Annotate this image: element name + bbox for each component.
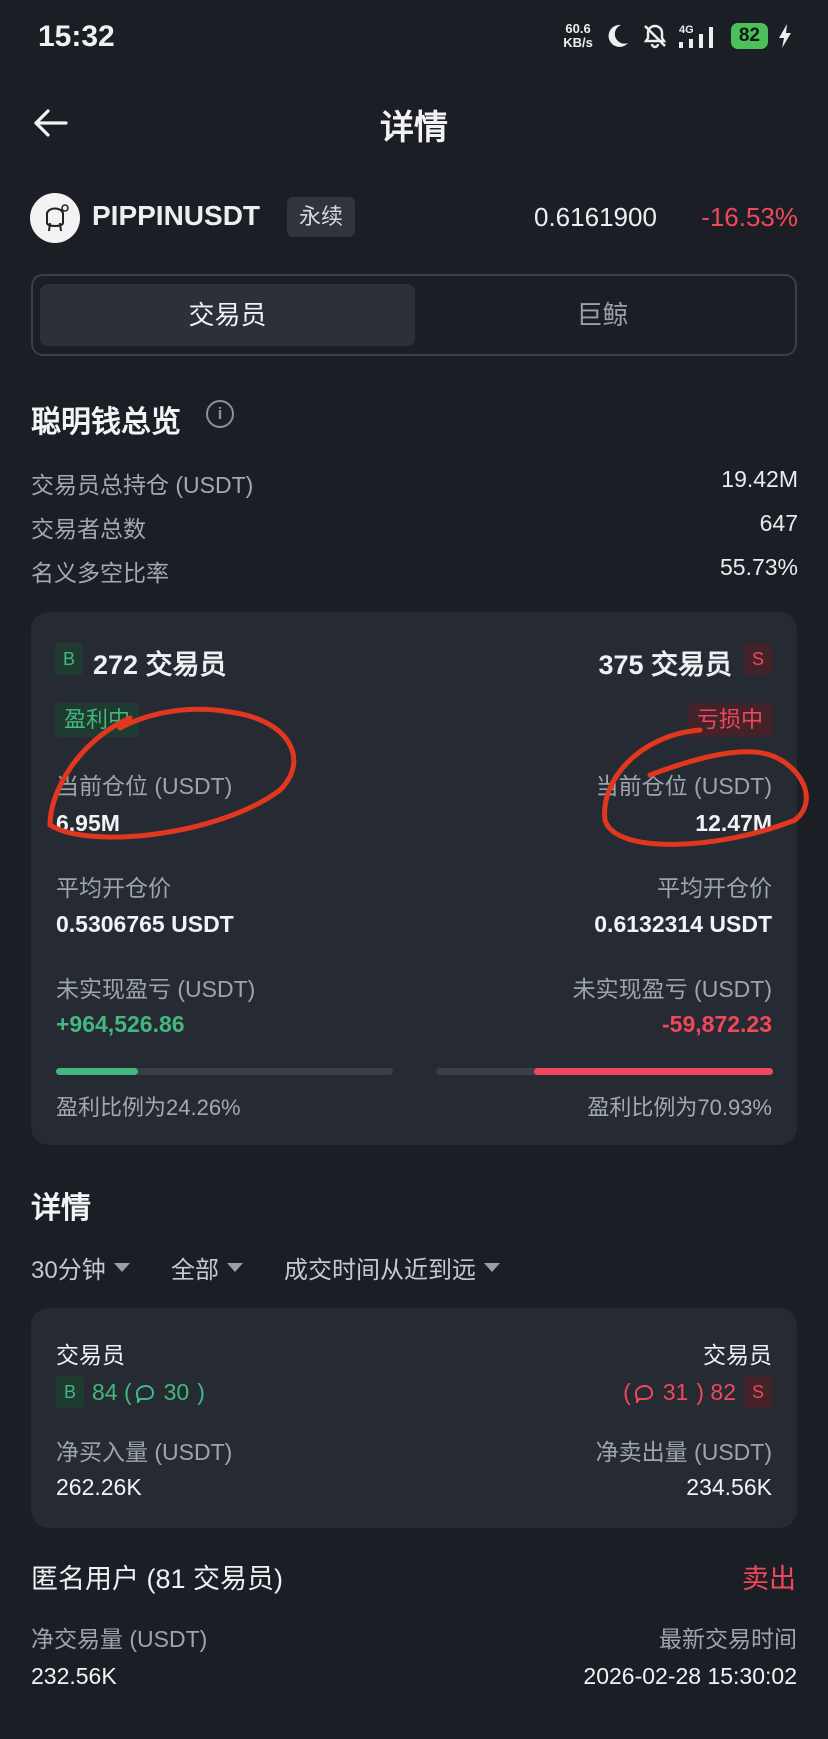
- net-speed-unit: KB/s: [563, 35, 593, 50]
- details-title: 详情: [31, 1192, 91, 1225]
- long-short-ratio-label: 名义多空比率: [31, 560, 169, 586]
- whale-icon: [135, 1384, 154, 1403]
- latest-trade-time-label: 最新交易时间: [659, 1626, 797, 1652]
- side-filter-label: 全部: [171, 1257, 219, 1284]
- battery-indicator: 82: [730, 23, 768, 49]
- tab-traders[interactable]: 交易员: [40, 284, 415, 346]
- status-time: 15:32: [38, 20, 115, 53]
- short-avg-price-value: 0.6132314 USDT: [594, 911, 772, 937]
- short-pnl-value: -59,872.23: [662, 1011, 772, 1037]
- buy-trader-counts: B 84 ( 30 ): [56, 1376, 205, 1408]
- long-pnl-value: +964,526.86: [56, 1011, 185, 1037]
- loss-status-tag: 亏损中: [687, 703, 772, 737]
- buy-badge: B: [56, 1376, 84, 1408]
- back-arrow-icon[interactable]: [30, 100, 76, 146]
- short-position-value: 12.47M: [695, 810, 772, 836]
- chevron-down-icon: [227, 1263, 243, 1272]
- signal-icon: 4G: [678, 24, 713, 48]
- bell-off-icon: [643, 24, 667, 49]
- svg-text:4G: 4G: [679, 24, 694, 36]
- coin-logo: [30, 193, 80, 243]
- buy-count: 84 (: [92, 1378, 132, 1405]
- side-filter[interactable]: 全部: [171, 1250, 243, 1285]
- net-sell-label: 净卖出量 (USDT): [595, 1439, 772, 1465]
- buy-count-close: ): [197, 1378, 205, 1405]
- short-pnl-label: 未实现盈亏 (USDT): [572, 976, 772, 1002]
- sell-action[interactable]: 卖出: [742, 1557, 796, 1596]
- net-buy-label: 净买入量 (USDT): [56, 1439, 233, 1465]
- long-profit-bar: [56, 1068, 393, 1075]
- chevron-down-icon: [484, 1263, 500, 1272]
- pippin-logo-icon: [31, 194, 79, 242]
- price-change: -16.53%: [701, 202, 798, 232]
- short-profit-ratio: 盈利比例为70.93%: [587, 1095, 772, 1120]
- info-icon[interactable]: i: [206, 400, 234, 428]
- buy-whale-count: 30: [163, 1378, 190, 1405]
- long-profit-bar-fill: [56, 1068, 138, 1075]
- total-position-value: 19.42M: [721, 466, 798, 492]
- long-pnl-label: 未实现盈亏 (USDT): [56, 976, 256, 1002]
- long-avg-price-label: 平均开仓价: [56, 875, 171, 901]
- short-position-label: 当前仓位 (USDT): [595, 773, 772, 799]
- net-volume-value: 232.56K: [31, 1663, 117, 1689]
- status-icons: 60.6 KB/s 4G 82: [563, 22, 792, 50]
- long-profit-ratio: 盈利比例为24.26%: [56, 1095, 241, 1120]
- sell-badge: S: [744, 643, 772, 675]
- trader-count-label: 交易者总数: [31, 516, 146, 542]
- sell-badge: S: [744, 1376, 772, 1408]
- tab-whales[interactable]: 巨鲸: [415, 284, 790, 346]
- symbol-name: PIPPINUSDT: [92, 200, 261, 231]
- net-sell-value: 234.56K: [686, 1474, 772, 1500]
- moon-icon: [608, 24, 628, 47]
- perpetual-tag: 永续: [287, 197, 356, 237]
- net-speed-value: 60.6: [565, 21, 591, 36]
- sell-traders-title: 交易员: [703, 1342, 772, 1368]
- whale-icon: [634, 1384, 653, 1403]
- long-short-ratio-value: 55.73%: [719, 554, 798, 580]
- total-position-label: 交易员总持仓 (USDT): [31, 472, 254, 498]
- sell-count-open: (: [623, 1378, 631, 1405]
- buy-badge: B: [55, 643, 83, 675]
- long-trader-count: 272 交易员: [93, 650, 227, 680]
- sell-whale-count: 31: [662, 1378, 689, 1405]
- charging-icon: [779, 24, 791, 48]
- buy-traders-title: 交易员: [56, 1342, 125, 1368]
- anonymous-users-title: 匿名用户 (81 交易员): [31, 1564, 284, 1594]
- trade-details-card: [31, 1308, 797, 1528]
- chevron-down-icon: [113, 1263, 130, 1272]
- short-trader-count: 375 交易员: [598, 650, 732, 680]
- last-price: 0.6161900: [534, 202, 657, 232]
- sell-trader-counts: ( 31 ) 82 S: [623, 1376, 772, 1408]
- page-title: 详情: [380, 109, 448, 147]
- long-position-label: 当前仓位 (USDT): [56, 773, 233, 799]
- sell-count: ) 82: [696, 1378, 736, 1405]
- net-speed: 60.6 KB/s: [563, 22, 593, 50]
- timeframe-filter[interactable]: 30分钟: [31, 1250, 130, 1285]
- net-volume-label: 净交易量 (USDT): [31, 1626, 208, 1652]
- timeframe-filter-label: 30分钟: [31, 1257, 106, 1284]
- sort-filter-label: 成交时间从近到远: [284, 1257, 476, 1284]
- latest-trade-time-value: 2026-02-28 15:30:02: [583, 1663, 797, 1689]
- sort-filter[interactable]: 成交时间从近到远: [284, 1250, 500, 1285]
- net-buy-value: 262.26K: [56, 1474, 142, 1500]
- long-position-value: 6.95M: [56, 810, 120, 836]
- short-avg-price-label: 平均开仓价: [657, 875, 772, 901]
- profit-status-tag: 盈利中: [55, 703, 140, 737]
- long-avg-price-value: 0.5306765 USDT: [56, 911, 234, 937]
- trader-count-value: 647: [759, 510, 798, 536]
- short-profit-bar-fill: [533, 1068, 773, 1075]
- overview-title: 聪明钱总览: [31, 406, 181, 439]
- short-profit-bar: [436, 1068, 773, 1075]
